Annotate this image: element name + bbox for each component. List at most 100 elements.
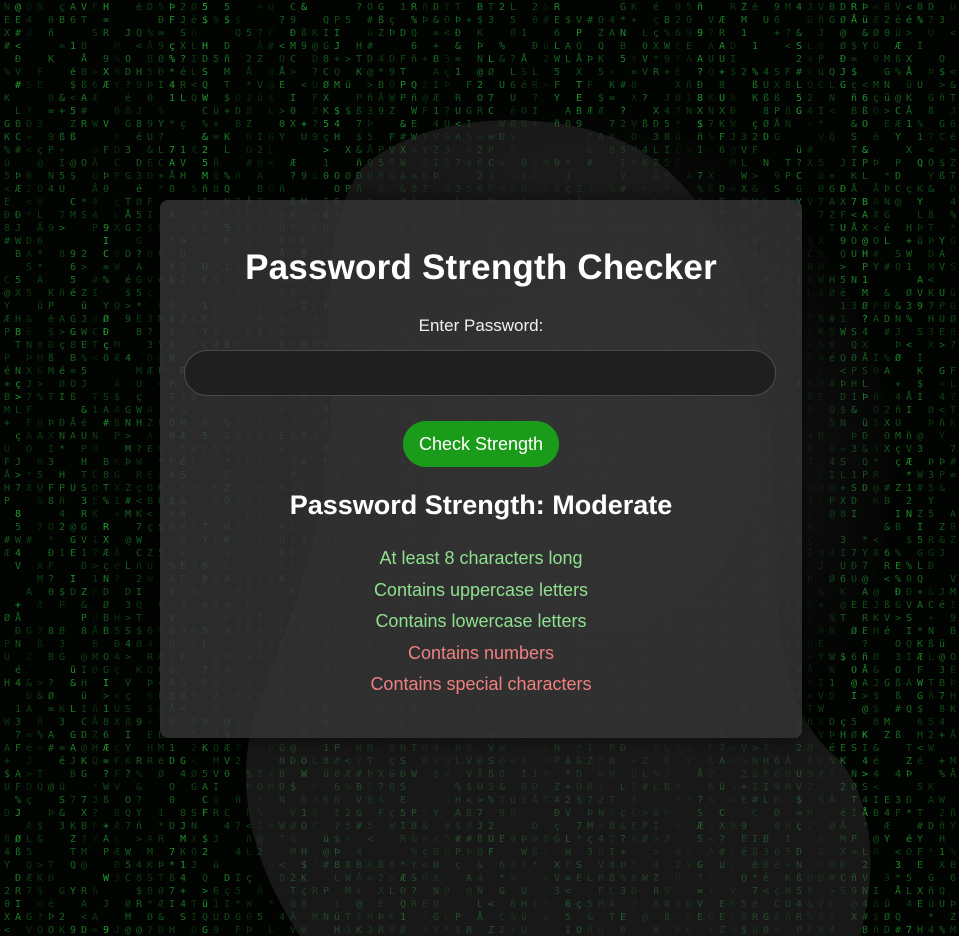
svg-text:G: G	[4, 119, 10, 130]
svg-text:Ø: Ø	[895, 352, 901, 364]
svg-text:<: <	[906, 2, 912, 13]
svg-text:ñ: ñ	[246, 834, 252, 845]
svg-text:?: ?	[708, 28, 714, 39]
svg-text:Y: Y	[136, 808, 142, 819]
svg-text:O: O	[444, 15, 450, 26]
svg-text:Q: Q	[114, 301, 120, 312]
svg-text:Ø: Ø	[158, 768, 164, 780]
svg-text:%: %	[103, 496, 109, 507]
svg-text:D: D	[389, 54, 395, 65]
svg-text:C: C	[103, 249, 109, 260]
svg-text:2: 2	[796, 54, 802, 65]
svg-text:9: 9	[301, 41, 307, 52]
svg-text:P: P	[48, 301, 54, 312]
svg-text:1: 1	[906, 262, 912, 273]
criterion-uppercase: Contains uppercase letters	[160, 579, 802, 611]
svg-text:5: 5	[202, 2, 208, 13]
svg-text:G: G	[92, 171, 98, 182]
svg-text:E: E	[554, 15, 560, 26]
svg-text:U: U	[917, 80, 923, 91]
svg-text:N: N	[26, 340, 32, 351]
svg-text:S: S	[103, 392, 109, 403]
svg-text:L: L	[180, 93, 186, 104]
svg-text:H: H	[37, 197, 43, 208]
svg-text:3: 3	[37, 119, 43, 130]
svg-text:C: C	[488, 106, 494, 117]
svg-text:Q: Q	[70, 860, 76, 871]
svg-text:V: V	[213, 769, 219, 780]
svg-text:T: T	[235, 743, 241, 754]
svg-text:P: P	[785, 171, 791, 182]
svg-text:=: =	[92, 925, 98, 936]
svg-text:5: 5	[114, 626, 120, 637]
svg-text:E: E	[895, 561, 901, 572]
svg-text:6: 6	[37, 236, 43, 247]
svg-text:K: K	[928, 782, 934, 793]
svg-text:V: V	[114, 782, 120, 793]
svg-text:>: >	[939, 340, 945, 351]
criterion-length: At least 8 characters long	[160, 547, 802, 579]
svg-text:5: 5	[125, 860, 131, 871]
svg-text:4: 4	[895, 392, 901, 403]
svg-text:2: 2	[884, 15, 890, 26]
svg-text:Å: Å	[125, 208, 131, 221]
svg-text:7: 7	[257, 28, 263, 39]
svg-text:O: O	[851, 236, 857, 247]
svg-text:%: %	[169, 54, 175, 65]
svg-text:Q: Q	[576, 41, 582, 52]
svg-text:C: C	[818, 80, 824, 91]
svg-text:<: <	[609, 67, 615, 78]
password-input[interactable]	[184, 350, 776, 396]
svg-text:L: L	[862, 171, 868, 182]
svg-text:6: 6	[917, 717, 923, 728]
svg-text:ñ: ñ	[136, 821, 142, 832]
svg-text:F: F	[26, 405, 32, 416]
svg-text:G: G	[70, 327, 76, 338]
svg-text:8: 8	[92, 444, 98, 455]
svg-text:5: 5	[70, 275, 76, 286]
svg-text:H: H	[928, 314, 934, 325]
svg-text:ç: ç	[180, 119, 186, 130]
svg-text:U: U	[708, 54, 714, 65]
svg-text:7: 7	[235, 821, 241, 832]
svg-text:T: T	[15, 340, 21, 351]
svg-text:L: L	[191, 41, 197, 52]
svg-text:0: 0	[884, 28, 890, 39]
svg-text:+: +	[4, 379, 10, 390]
svg-text:<: <	[4, 184, 10, 195]
svg-text:3: 3	[928, 327, 934, 338]
svg-text:ü: ü	[37, 301, 43, 312]
svg-text:V: V	[895, 2, 901, 13]
svg-text:ñ: ñ	[59, 496, 65, 507]
svg-text:<: <	[37, 899, 43, 910]
svg-text:E: E	[840, 743, 846, 754]
svg-text:T: T	[851, 145, 857, 156]
svg-text:>: >	[26, 769, 32, 780]
svg-text:P: P	[576, 28, 582, 39]
svg-text:3: 3	[125, 145, 131, 156]
svg-text:@: @	[917, 431, 923, 442]
check-strength-button[interactable]: Check Strength	[403, 421, 559, 467]
svg-text:J: J	[840, 67, 846, 78]
svg-text:J: J	[664, 93, 670, 104]
svg-text:I: I	[917, 392, 923, 403]
svg-text:P: P	[59, 483, 65, 494]
svg-text:8: 8	[323, 54, 329, 65]
svg-text:ü: ü	[81, 691, 87, 702]
svg-text:A: A	[136, 262, 142, 273]
svg-text:S: S	[851, 743, 857, 754]
svg-text:Ø: Ø	[873, 27, 879, 39]
svg-text:ß: ß	[939, 171, 945, 182]
svg-text:O: O	[147, 483, 153, 494]
svg-text:3: 3	[939, 665, 945, 676]
svg-text:+: +	[224, 106, 230, 117]
svg-text:B: B	[81, 821, 87, 832]
svg-text:%: %	[895, 574, 901, 585]
svg-text:=: =	[609, 93, 615, 104]
svg-text:8: 8	[4, 834, 10, 845]
svg-text:9: 9	[213, 925, 219, 936]
svg-text:Z: Z	[246, 119, 252, 130]
svg-text:ß: ß	[862, 106, 868, 117]
svg-text:L: L	[796, 80, 802, 91]
svg-text:6: 6	[862, 93, 868, 104]
